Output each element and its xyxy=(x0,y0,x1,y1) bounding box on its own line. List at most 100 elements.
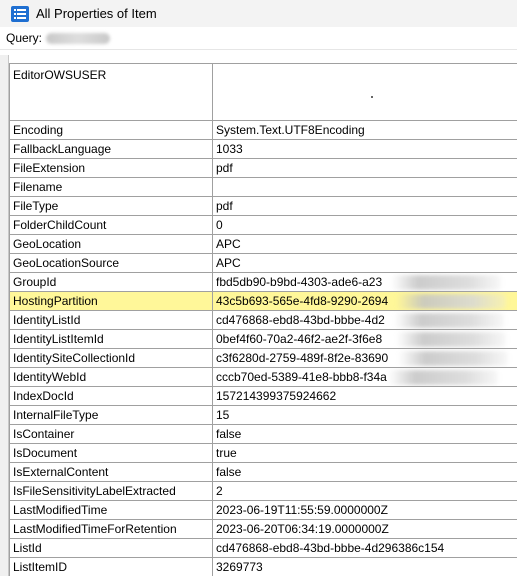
table-row[interactable]: InternalFileType 15 xyxy=(9,405,517,425)
redaction-blur xyxy=(394,313,504,328)
property-name-cell: Encoding xyxy=(9,120,213,140)
property-value-cell[interactable]: c3f6280d-2759-489f-8f2e-83690 xyxy=(212,348,517,368)
redaction-blur xyxy=(398,351,508,366)
property-value-cell[interactable]: 2 xyxy=(212,481,517,501)
property-name-cell: ListItemID xyxy=(9,557,213,576)
property-value-cell[interactable]: 0bef4f60-70a2-46f2-ae2f-3f6e8 xyxy=(212,329,517,349)
property-name-cell: GeoLocationSource xyxy=(9,253,213,273)
property-value-text: 3269773 xyxy=(216,560,263,574)
property-name-cell: IdentityListItemId xyxy=(9,329,213,349)
title-bar: All Properties of Item xyxy=(0,0,517,27)
property-value-cell[interactable]: pdf xyxy=(212,196,517,216)
property-name-cell: EditorOWSUSER xyxy=(9,63,213,121)
property-value-cell[interactable]: pdf xyxy=(212,158,517,178)
table-row[interactable]: FileExtension pdf xyxy=(9,158,517,178)
redaction-blur xyxy=(391,275,501,290)
property-name-cell: IdentityListId xyxy=(9,310,213,330)
table-row[interactable]: ListItemID 3269773 xyxy=(9,557,517,576)
table-row[interactable]: ListId cd476868-ebd8-43bd-bbbe-4d296386c1… xyxy=(9,538,517,558)
property-value-cell[interactable]: 0 xyxy=(212,215,517,235)
property-value-cell[interactable]: 2023-06-20T06:34:19.0000000Z xyxy=(212,519,517,539)
property-name-cell: IndexDocId xyxy=(9,386,213,406)
table-row[interactable]: GroupId fbd5db90-b9bd-4303-ade6-a23 xyxy=(9,272,517,292)
table-row[interactable]: FallbackLanguage 1033 xyxy=(9,139,517,159)
table-row[interactable]: GeoLocation APC xyxy=(9,234,517,254)
property-value-cell[interactable]: false xyxy=(212,424,517,444)
table-row[interactable]: IsDocument true xyxy=(9,443,517,463)
properties-table: EditorOWSUSER†EncodingSystem.Text.UTF8En… xyxy=(9,63,517,576)
property-value-cell[interactable]: 15 xyxy=(212,405,517,425)
property-value-cell[interactable]: † xyxy=(212,63,517,121)
property-name-cell: IsContainer xyxy=(9,424,213,444)
table-row[interactable]: IsContainer false xyxy=(9,424,517,444)
property-value-text: c3f6280d-2759-489f-8f2e-83690 xyxy=(216,351,389,365)
property-name-cell: GroupId xyxy=(9,272,213,292)
property-name-cell: IsFileSensitivityLabelExtracted xyxy=(9,481,213,501)
property-name-cell: LastModifiedTimeForRetention xyxy=(9,519,213,539)
property-value-text: 15 xyxy=(216,408,230,422)
window-title: All Properties of Item xyxy=(36,6,157,21)
property-name-cell: InternalFileType xyxy=(9,405,213,425)
property-value-cell[interactable]: APC xyxy=(212,253,517,273)
property-value-cell[interactable]: 43c5b693-565e-4fd8-9290-2694 xyxy=(212,291,517,311)
property-name-cell: Filename xyxy=(9,177,213,197)
property-value-cell[interactable]: 3269773 xyxy=(212,557,517,576)
table-row[interactable]: Filename xyxy=(9,177,517,197)
property-value-text: false xyxy=(216,465,242,479)
property-value-cell[interactable]: cccb70ed-5389-41e8-bbb8-f34a xyxy=(212,367,517,387)
table-row[interactable]: Encoding System.Text.UTF8Encoding xyxy=(9,120,517,140)
property-value-text: APC xyxy=(216,256,241,270)
property-name-cell: IdentityWebId xyxy=(9,367,213,387)
property-name-cell: FileType xyxy=(9,196,213,216)
property-value-cell[interactable]: 1033 xyxy=(212,139,517,159)
property-value-text: cd476868-ebd8-43bd-bbbe-4d296386c154 xyxy=(216,541,445,555)
table-row[interactable]: IdentityWebId cccb70ed-5389-41e8-bbb8-f34… xyxy=(9,367,517,387)
property-value-cell[interactable]: System.Text.UTF8Encoding xyxy=(212,120,517,140)
property-name-cell: GeoLocation xyxy=(9,234,213,254)
property-value-cell[interactable]: cd476868-ebd8-43bd-bbbe-4d2 xyxy=(212,310,517,330)
property-name-cell: HostingPartition xyxy=(9,291,213,311)
property-name-cell: IdentitySiteCollectionId xyxy=(9,348,213,368)
property-name-cell: FolderChildCount xyxy=(9,215,213,235)
left-gutter xyxy=(0,55,9,576)
property-value-text: pdf xyxy=(216,161,233,175)
table-row[interactable]: FolderChildCount 0 xyxy=(9,215,517,235)
properties-table-container[interactable]: EditorOWSUSER†EncodingSystem.Text.UTF8En… xyxy=(9,63,517,576)
property-value-text: APC xyxy=(216,237,241,251)
table-row[interactable]: IndexDocId 157214399375924662 xyxy=(9,386,517,406)
property-value-text: false xyxy=(216,427,242,441)
property-name-cell: LastModifiedTime xyxy=(9,500,213,520)
property-value-text: 2023-06-20T06:34:19.0000000Z xyxy=(216,522,389,536)
dot-mark xyxy=(371,96,373,98)
query-label: Query: xyxy=(6,31,43,45)
query-value-redacted xyxy=(46,32,111,44)
property-value-text: 43c5b693-565e-4fd8-9290-2694 xyxy=(216,294,389,308)
table-row[interactable]: EditorOWSUSER† xyxy=(9,63,517,121)
table-row[interactable]: GeoLocationSource APC xyxy=(9,253,517,273)
property-value-text: cd476868-ebd8-43bd-bbbe-4d2 xyxy=(216,313,385,327)
table-row[interactable]: IdentitySiteCollectionId c3f6280d-2759-48… xyxy=(9,348,517,368)
property-value-text: true xyxy=(216,446,237,460)
property-value-text: 0bef4f60-70a2-46f2-ae2f-3f6e8 xyxy=(216,332,383,346)
property-value-text: 2023-06-19T11:55:59.0000000Z xyxy=(216,503,388,517)
property-value-text: 0 xyxy=(216,218,223,232)
property-value-cell[interactable]: 2023-06-19T11:55:59.0000000Z xyxy=(212,500,517,520)
property-value-cell[interactable]: 157214399375924662 xyxy=(212,386,517,406)
property-value-cell[interactable]: cd476868-ebd8-43bd-bbbe-4d296386c154 xyxy=(212,538,517,558)
property-value-cell[interactable] xyxy=(212,177,517,197)
table-row[interactable]: IsFileSensitivityLabelExtracted 2 xyxy=(9,481,517,501)
property-value-cell[interactable]: true xyxy=(212,443,517,463)
property-value-text: System.Text.UTF8Encoding xyxy=(216,123,365,137)
property-value-cell[interactable]: APC xyxy=(212,234,517,254)
property-value-text: 2 xyxy=(216,484,223,498)
property-value-cell[interactable]: fbd5db90-b9bd-4303-ade6-a23 xyxy=(212,272,517,292)
table-row[interactable]: LastModifiedTime 2023-06-19T11:55:59.0000… xyxy=(9,500,517,520)
table-row[interactable]: IsExternalContent false xyxy=(9,462,517,482)
redaction-blur xyxy=(396,294,506,309)
table-row[interactable]: IdentityListId cd476868-ebd8-43bd-bbbe-4d… xyxy=(9,310,517,330)
table-row[interactable]: LastModifiedTimeForRetention 2023-06-20T0… xyxy=(9,519,517,539)
table-row[interactable]: IdentityListItemId 0bef4f60-70a2-46f2-ae2… xyxy=(9,329,517,349)
table-row[interactable]: FileType pdf xyxy=(9,196,517,216)
property-value-cell[interactable]: false xyxy=(212,462,517,482)
table-row[interactable]: HostingPartition 43c5b693-565e-4fd8-9290-… xyxy=(9,291,517,311)
